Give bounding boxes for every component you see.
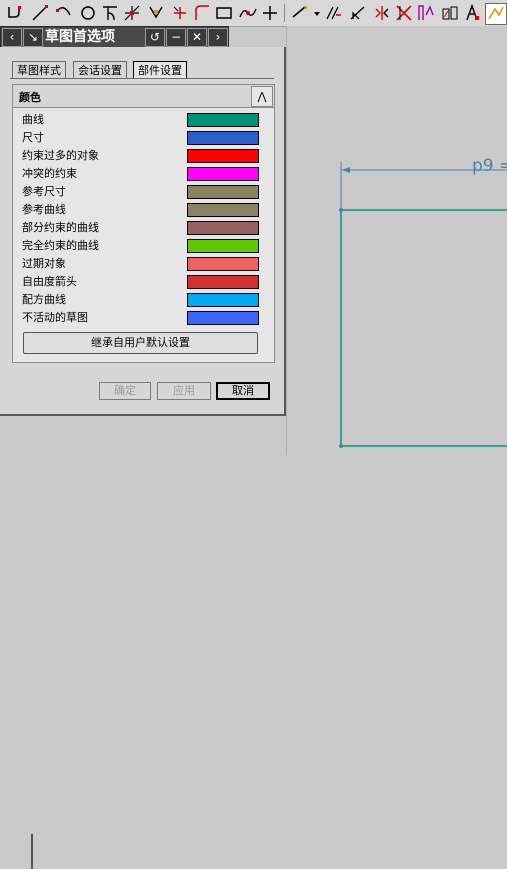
color-swatch[interactable]: [187, 257, 259, 271]
color-swatch[interactable]: [187, 221, 259, 235]
close-icon[interactable]: ✕: [187, 28, 207, 47]
color-label: 过期对象: [22, 257, 66, 270]
derived-lines-icon[interactable]: [394, 3, 414, 23]
arrow-icon[interactable]: ↘: [23, 28, 43, 47]
collapse-icon[interactable]: ⋀: [251, 86, 273, 107]
dimension-arrow-icon: [342, 167, 350, 173]
color-swatch[interactable]: [187, 293, 259, 307]
sketch-rectangle: [340, 209, 507, 447]
profile-icon[interactable]: [6, 3, 26, 23]
chevron-right-icon[interactable]: ›: [208, 28, 228, 47]
mirror-curve-icon[interactable]: [348, 3, 368, 23]
project-curve-icon[interactable]: [416, 3, 436, 23]
color-label: 冲突的约束: [22, 167, 77, 180]
tab-divider: [10, 78, 274, 79]
make-corner-icon[interactable]: [290, 3, 310, 23]
canvas-divider: [31, 834, 33, 869]
associative-icon[interactable]: [462, 3, 482, 23]
apply-button[interactable]: 应用: [157, 382, 211, 400]
offset-curve-icon[interactable]: [324, 3, 344, 23]
color-swatch[interactable]: [187, 239, 259, 253]
color-swatch[interactable]: [187, 185, 259, 199]
color-label: 自由度箭头: [22, 275, 77, 288]
color-group: 颜色 ⋀ 曲线 尺寸 约束过多的对象 冲突的约束 参考尺寸 参考曲线 部分约束的…: [12, 84, 275, 363]
color-label: 曲线: [22, 113, 44, 126]
fillet-icon[interactable]: [100, 3, 120, 23]
dialog-title: 草图首选项: [45, 29, 115, 45]
polygon-icon[interactable]: [170, 3, 190, 23]
color-label: 参考曲线: [22, 203, 66, 216]
intersection-icon[interactable]: [440, 3, 460, 23]
color-swatch[interactable]: [187, 113, 259, 127]
color-swatch[interactable]: [187, 275, 259, 289]
chevron-down-icon[interactable]: [313, 8, 321, 16]
reset-icon[interactable]: ↺: [145, 28, 165, 47]
chamfer-icon[interactable]: [122, 3, 142, 23]
color-group-title: 颜色: [19, 91, 41, 104]
constraints-icon[interactable]: [485, 3, 507, 25]
inherit-defaults-button[interactable]: 继承自用户默认设置: [23, 332, 258, 354]
sketch-preferences-dialog: 草图样式 会话设置 部件设置 颜色 ⋀ 曲线 尺寸 约束过多的对象 冲突的约束 …: [0, 47, 286, 416]
color-swatch[interactable]: [187, 203, 259, 217]
color-label: 完全约束的曲线: [22, 239, 99, 252]
tab-sketch-style[interactable]: 草图样式: [12, 61, 66, 79]
ok-button[interactable]: 确定: [99, 382, 151, 400]
studio-spline-icon[interactable]: [214, 3, 234, 23]
quick-extend-icon[interactable]: [260, 3, 280, 23]
circle-icon[interactable]: [78, 3, 98, 23]
color-swatch[interactable]: [187, 149, 259, 163]
color-label: 尺寸: [22, 131, 44, 144]
color-swatch[interactable]: [187, 131, 259, 145]
color-label: 约束过多的对象: [22, 149, 99, 162]
tab-part-settings[interactable]: 部件设置: [133, 61, 187, 79]
tab-session-settings[interactable]: 会话设置: [73, 61, 127, 79]
line-icon[interactable]: [30, 3, 50, 23]
color-swatch[interactable]: [187, 311, 259, 325]
color-label: 配方曲线: [22, 293, 66, 306]
rectangle-icon[interactable]: [146, 3, 166, 23]
point-icon[interactable]: [192, 3, 212, 23]
arc-icon[interactable]: [54, 3, 74, 23]
minimize-icon[interactable]: −: [166, 28, 186, 47]
color-group-header[interactable]: 颜色 ⋀: [13, 85, 274, 108]
color-swatch[interactable]: [187, 167, 259, 181]
sketch-vertex: [339, 208, 343, 212]
graphics-canvas[interactable]: p9 =: [286, 26, 507, 455]
canvas-lower-strip: [0, 414, 286, 869]
chevron-left-icon[interactable]: ‹: [2, 28, 22, 47]
color-label: 参考尺寸: [22, 185, 66, 198]
dialog-titlebar[interactable]: ‹ ↘ 草图首选项 ↺ − ✕ ›: [0, 26, 229, 48]
pattern-curve-icon[interactable]: [372, 3, 392, 23]
quick-trim-icon[interactable]: [238, 3, 258, 23]
canvas-border: [286, 26, 287, 455]
color-label: 不活动的草图: [22, 311, 88, 324]
toolbar-separator: [284, 4, 285, 22]
sketch-toolbar: [0, 0, 507, 27]
color-label: 部分约束的曲线: [22, 221, 99, 234]
cancel-button[interactable]: 取消: [216, 382, 270, 400]
sketch-vertex: [339, 444, 343, 448]
dimension-label[interactable]: p9 =: [472, 156, 507, 176]
